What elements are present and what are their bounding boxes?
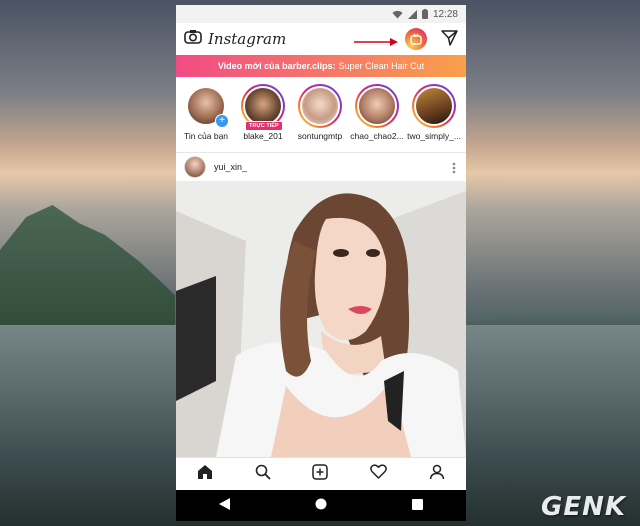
story-avatar <box>300 86 340 126</box>
battery-icon <box>421 9 428 19</box>
post-image[interactable] <box>176 181 466 457</box>
igtv-notification-banner[interactable]: Video mới của barber.clips: Super Clean … <box>176 55 466 77</box>
new-post-icon[interactable] <box>312 463 329 485</box>
stories-tray: + Tin của bạn TRỰC TIẾP blake_201 sontun… <box>176 77 466 153</box>
post-header: yui_xin_ <box>176 153 466 181</box>
app-header: Instagram <box>176 23 466 55</box>
background-mountains-right <box>466 306 640 330</box>
clock: 12:28 <box>432 8 458 20</box>
story-sontungmtp[interactable]: sontungmtp <box>296 84 344 152</box>
story-avatar <box>414 86 454 126</box>
banner-title: Super Clean Hair Cut <box>338 61 425 71</box>
story-label: Tin của bạn <box>183 131 229 141</box>
post-photo <box>176 181 466 457</box>
back-icon[interactable] <box>218 497 230 515</box>
story-your-story[interactable]: + Tin của bạn <box>182 84 230 152</box>
story-chao[interactable]: chao_chao2... <box>350 84 404 152</box>
banner-prefix: Video mới của barber.clips: <box>217 61 336 71</box>
post-username[interactable]: yui_xin_ <box>214 162 247 172</box>
app-logo: Instagram <box>208 30 287 48</box>
watermark-logo: GENK <box>540 492 626 522</box>
wifi-icon <box>392 10 403 18</box>
android-navigation-bar <box>176 490 466 521</box>
story-avatar <box>357 86 397 126</box>
story-blake[interactable]: TRỰC TIẾP blake_201 <box>239 84 287 152</box>
story-two-simply[interactable]: two_simply_... <box>407 84 461 152</box>
phone-screen: 12:28 Instagram Video mới của barber.cli… <box>176 5 466 521</box>
story-label: chao_chao2... <box>350 131 404 141</box>
profile-icon[interactable] <box>429 464 445 485</box>
story-avatar <box>243 86 283 126</box>
igtv-icon[interactable] <box>405 28 427 50</box>
more-options-icon[interactable] <box>452 161 456 179</box>
heart-icon[interactable] <box>370 464 388 484</box>
camera-icon[interactable] <box>184 29 202 49</box>
post-avatar[interactable] <box>184 156 206 178</box>
red-arrow-annotation <box>354 38 398 46</box>
story-label: blake_201 <box>243 131 283 141</box>
search-icon[interactable] <box>255 464 271 485</box>
live-badge: TRỰC TIẾP <box>245 121 283 131</box>
bottom-navigation <box>176 457 466 490</box>
story-label: sontungmtp <box>297 131 343 141</box>
signal-icon <box>407 9 417 19</box>
status-bar: 12:28 <box>176 5 466 23</box>
home-icon[interactable] <box>197 464 213 485</box>
home-button-icon[interactable] <box>315 497 327 515</box>
direct-message-icon[interactable] <box>441 30 458 51</box>
add-story-icon[interactable]: + <box>215 114 229 128</box>
background-mountains-left <box>0 205 175 340</box>
recent-apps-icon[interactable] <box>412 497 424 515</box>
story-label: two_simply_... <box>407 131 461 141</box>
